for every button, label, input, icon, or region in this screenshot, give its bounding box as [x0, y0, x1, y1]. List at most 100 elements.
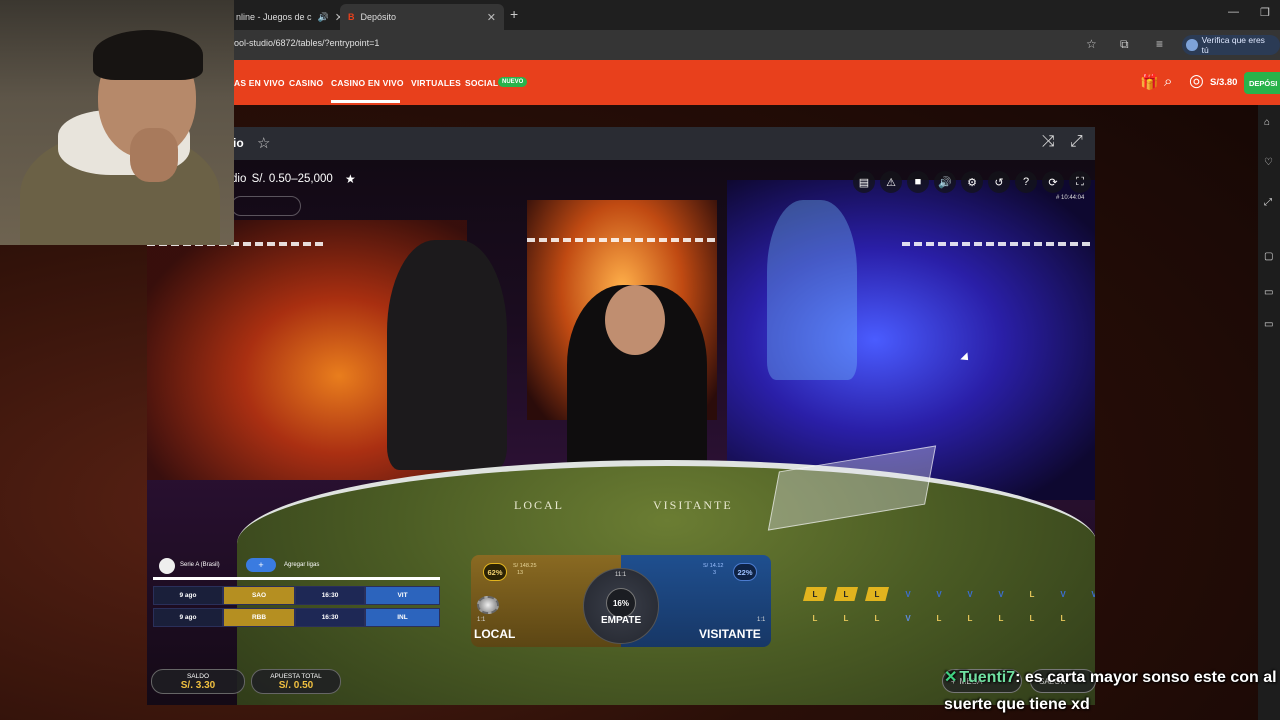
nav-casino-en-vivo[interactable]: CASINO EN VIVO: [331, 78, 404, 88]
league-logo-icon: [159, 558, 175, 574]
extensions-icon[interactable]: ⧉: [1120, 37, 1129, 52]
reading-list-icon[interactable]: ≡: [1156, 37, 1163, 51]
home-icon[interactable]: ⌂: [1264, 117, 1270, 128]
chat-user-icon: ✕: [944, 669, 958, 686]
road-cell: L: [803, 587, 827, 601]
local-odds: 1:1: [477, 617, 486, 623]
deposit-button[interactable]: DEPÓSI: [1244, 72, 1280, 94]
road-cell: L: [967, 613, 973, 623]
close-tab-icon[interactable]: ✕: [487, 11, 496, 24]
search-icon[interactable]: ⌕: [1164, 73, 1172, 90]
nav-virtuales[interactable]: VIRTUALES: [411, 78, 461, 88]
game-title: io: [233, 136, 244, 150]
road-cell: L: [1029, 613, 1035, 623]
road-cell: L: [812, 613, 818, 623]
local-label: LOCAL: [474, 627, 516, 641]
league-name[interactable]: Serie A (Brasil): [180, 562, 220, 568]
warning-icon[interactable]: ⚠: [880, 171, 902, 193]
chat-message: ✕ Tuenti7: es carta mayor sonso este con …: [944, 664, 1280, 718]
heart-icon[interactable]: ♡: [1264, 157, 1273, 168]
expand-icon[interactable]: ⤢: [1264, 197, 1272, 208]
video-icon[interactable]: ■: [907, 171, 929, 193]
fixture-away[interactable]: VIT: [365, 586, 440, 605]
restore-icon[interactable]: ❐: [1260, 6, 1270, 19]
fullscreen-icon[interactable]: ⛶: [1069, 171, 1091, 193]
local-total-bet: S/ 148.25: [513, 563, 537, 569]
add-league-label[interactable]: Agregar ligas: [284, 562, 319, 568]
road-cell: V: [905, 589, 911, 599]
hologram-player: [767, 200, 857, 380]
fullscreen-icon[interactable]: ⤢: [1070, 133, 1083, 151]
league-fixtures: Serie A (Brasil) + Agregar ligas 9 ago S…: [152, 555, 440, 635]
fixture-away[interactable]: INL: [365, 608, 440, 627]
tab-deposito[interactable]: B Depósito ✕: [340, 4, 504, 30]
new-tab-button[interactable]: +: [510, 6, 518, 22]
favorite-star-icon[interactable]: ★: [345, 172, 356, 186]
dealer-left: [387, 240, 507, 470]
road-cell: V: [1091, 589, 1095, 599]
game-header: io ☆ ⤨ ⤢: [147, 127, 1095, 160]
volume-icon[interactable]: 🔊: [934, 171, 956, 193]
chat-icon[interactable]: ▤: [853, 171, 875, 193]
fixture-date: 9 ago: [153, 608, 223, 627]
table-selector[interactable]: [231, 196, 301, 216]
fixture-row[interactable]: 9 ago SAO 16:30 VIT: [153, 586, 440, 605]
streamer-hair: [93, 30, 203, 80]
dealer-face: [605, 285, 665, 355]
road-cell: V: [936, 589, 942, 599]
history-icon[interactable]: ↺: [988, 171, 1010, 193]
balance-amount[interactable]: S/3.80: [1210, 77, 1237, 88]
saldo-label: SALDO: [186, 672, 210, 680]
webcam-overlay: [0, 0, 234, 245]
screen: nline - Juegos de c 🔊 ✕ B Depósito ✕ + —…: [0, 0, 1280, 720]
list-icon[interactable]: ▭: [1264, 287, 1273, 298]
right-sidebar: ⌂ ♡ ⤢ ▢ ▭ ▭: [1258, 105, 1280, 720]
table-limit: dio S/. 0.50–25,000: [231, 173, 333, 185]
road-cell: V: [1060, 589, 1066, 599]
url-field[interactable]: ool-studio/6872/tables/?entrypoint=1: [234, 38, 379, 48]
road-cell: L: [834, 587, 858, 601]
placed-chip: [477, 596, 499, 614]
tab-juegos[interactable]: nline - Juegos de c 🔊 ✕: [228, 4, 352, 30]
fixture-home[interactable]: RBB: [223, 608, 295, 627]
nav-social[interactable]: SOCIAL: [465, 78, 498, 88]
minimize-icon[interactable]: —: [1228, 6, 1239, 18]
settings-icon[interactable]: ⚙: [961, 171, 983, 193]
road-cell: L: [865, 587, 889, 601]
fixture-time: 16:30: [295, 586, 365, 605]
fixture-row[interactable]: 9 ago RBB 16:30 INL: [153, 608, 440, 627]
favorite-star-icon[interactable]: ☆: [257, 134, 270, 152]
list-icon[interactable]: ▭: [1264, 319, 1273, 330]
felt-visitante-label: VISITANTE: [653, 498, 733, 512]
user-account-icon[interactable]: ◎: [1189, 71, 1204, 91]
table-icon[interactable]: ▢: [1264, 251, 1273, 262]
speaker-icon[interactable]: 🔊: [318, 12, 329, 23]
road-cell: L: [874, 613, 880, 623]
visitante-odds: 1:1: [757, 617, 766, 623]
nav-casino[interactable]: CASINO: [289, 78, 323, 88]
tie-percentage: 16%: [606, 588, 636, 618]
light-strip: [527, 238, 717, 242]
deposit-label: DEPÓSI: [1249, 78, 1278, 88]
profile-icon: [1186, 39, 1198, 51]
nav-apuestas-en-vivo[interactable]: AS EN VIVO: [234, 78, 285, 88]
add-league-toggle[interactable]: +: [246, 558, 276, 572]
help-icon[interactable]: ?: [1015, 171, 1037, 193]
fixture-date: 9 ago: [153, 586, 223, 605]
bookmark-star-icon[interactable]: ☆: [1086, 37, 1097, 51]
verify-button[interactable]: Verifica que eres tú: [1182, 35, 1280, 55]
visitante-players: 3: [713, 570, 717, 576]
tab-title: nline - Juegos de c: [236, 12, 312, 22]
site-nav: AS EN VIVO CASINO CASINO EN VIVO VIRTUAL…: [234, 60, 1280, 105]
fixture-home[interactable]: SAO: [223, 586, 295, 605]
road-cell: V: [998, 589, 1004, 599]
refresh-icon[interactable]: ⟳: [1042, 171, 1064, 193]
road-cell: L: [936, 613, 942, 623]
shuffle-icon[interactable]: ⤨: [1042, 133, 1055, 151]
verify-label: Verifica que eres tú: [1201, 35, 1265, 55]
live-stream[interactable]: LOCAL VISITANTE dio S/. 0.50–25,000 ★ ▤ …: [147, 160, 1095, 705]
gift-icon[interactable]: 🎁: [1140, 73, 1159, 91]
local-percentage: 62%: [483, 563, 507, 581]
apuesta-value: S/. 0.50: [278, 679, 314, 691]
apuesta-label: APUESTA TOTAL: [270, 672, 322, 680]
